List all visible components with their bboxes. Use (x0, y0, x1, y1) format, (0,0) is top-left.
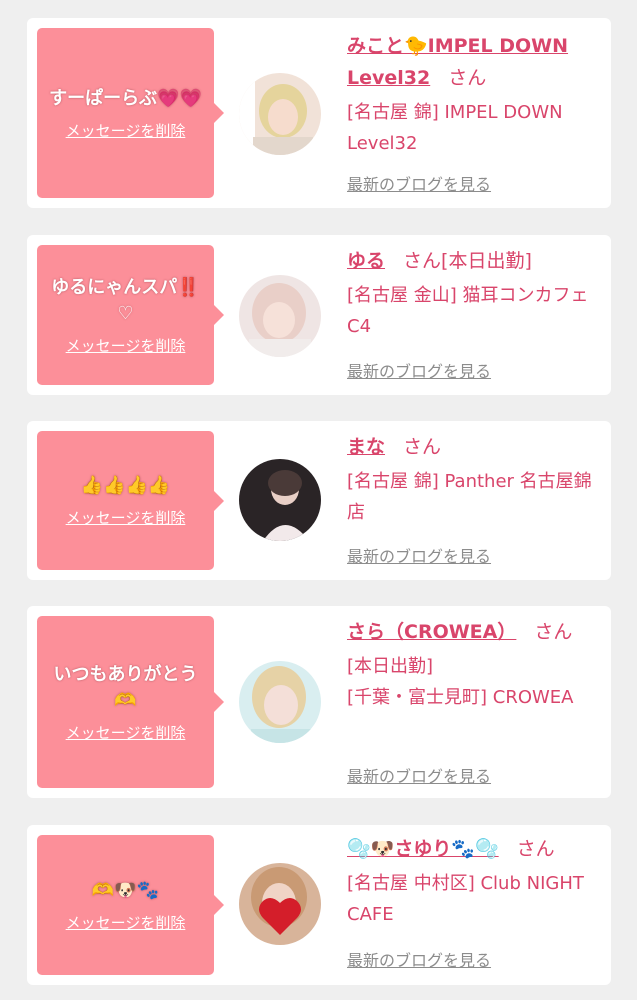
avatar[interactable] (239, 863, 321, 945)
message-bubble: すーぱーらぶ💗💗 メッセージを削除 (37, 28, 224, 198)
cast-info: まな さん [名古屋 錦] Panther 名古屋錦店 (347, 431, 609, 528)
message-bubble: 👍👍👍👍 メッセージを削除 (37, 431, 224, 570)
message-bubble: 🫶🐶🐾 メッセージを削除 (37, 835, 224, 975)
message-text: 👍👍👍👍 (80, 475, 171, 496)
cast-info: さら（CROWEA） さん [本日出勤] [千葉・富士見町] CROWEA (347, 616, 609, 713)
message-card: いつもありがとう🫶 メッセージを削除 さら（CROWEA） さん [本日出勤] [… (27, 606, 611, 798)
avatar[interactable] (239, 661, 321, 743)
message-bubble: ゆるにゃんスパ‼️♡ メッセージを削除 (37, 245, 224, 385)
cast-name-link[interactable]: さら（CROWEA） (347, 621, 516, 643)
message-card: 🫶🐶🐾 メッセージを削除 🫧🐶さゆり🐾🫧 さん [名古屋 中村区] Club NI… (27, 825, 611, 985)
blog-link[interactable]: 最新のブログを見る (347, 543, 491, 567)
blog-link[interactable]: 最新のブログを見る (347, 171, 491, 195)
message-text: 🫶🐶🐾 (91, 879, 160, 901)
message-card: 👍👍👍👍 メッセージを削除 まな さん [名古屋 錦] Panther 名古屋錦店… (27, 421, 611, 580)
avatar[interactable] (239, 459, 321, 541)
delete-message-link[interactable]: メッセージを削除 (66, 722, 186, 743)
status-badge: [本日出勤] (347, 656, 434, 677)
heart-photo-icon (239, 863, 321, 945)
honorific: さん (534, 621, 573, 643)
status-badge: [本日出勤] (441, 250, 532, 272)
profile-photo-icon (239, 459, 321, 541)
cast-name-link[interactable]: ゆる (347, 250, 385, 272)
blog-link[interactable]: 最新のブログを見る (347, 947, 491, 971)
profile-photo-icon (239, 661, 321, 743)
delete-message-link[interactable]: メッセージを削除 (66, 912, 186, 933)
delete-message-link[interactable]: メッセージを削除 (66, 335, 186, 356)
shop-info: [名古屋 金山] 猫耳コンカフェ C4 (347, 285, 589, 337)
cast-name-link[interactable]: まな (347, 436, 385, 458)
profile-photo-icon (239, 73, 321, 155)
cast-info: 🫧🐶さゆり🐾🫧 さん [名古屋 中村区] Club NIGHT CAFE (347, 833, 609, 930)
message-card: ゆるにゃんスパ‼️♡ メッセージを削除 ゆる さん[本日出勤] [名古屋 金山] … (27, 235, 611, 395)
shop-info: [名古屋 錦] IMPEL DOWN Level32 (347, 102, 563, 154)
delete-message-link[interactable]: メッセージを削除 (66, 507, 186, 528)
message-text: すーぱーらぶ💗💗 (49, 87, 202, 109)
shop-info: [千葉・富士見町] CROWEA (347, 687, 574, 708)
honorific: さん (403, 250, 442, 272)
honorific: さん (516, 838, 555, 860)
honorific: さん (448, 67, 487, 89)
blog-link[interactable]: 最新のブログを見る (347, 358, 491, 382)
avatar[interactable] (239, 275, 321, 357)
message-card: すーぱーらぶ💗💗 メッセージを削除 みこと🐤IMPEL DOWN Level32… (27, 18, 611, 208)
blog-link[interactable]: 最新のブログを見る (347, 763, 491, 787)
message-text: いつもありがとう🫶 (53, 663, 198, 711)
shop-info: [名古屋 中村区] Club NIGHT CAFE (347, 873, 584, 925)
cast-name-link[interactable]: 🫧🐶さゆり🐾🫧 (347, 838, 499, 860)
profile-photo-icon (239, 275, 321, 357)
avatar[interactable] (239, 73, 321, 155)
message-bubble: いつもありがとう🫶 メッセージを削除 (37, 616, 224, 788)
delete-message-link[interactable]: メッセージを削除 (66, 120, 186, 141)
cast-info: みこと🐤IMPEL DOWN Level32 さん [名古屋 錦] IMPEL D… (347, 30, 609, 159)
shop-info: [名古屋 錦] Panther 名古屋錦店 (347, 471, 592, 523)
message-text: ゆるにゃんスパ‼️♡ (51, 276, 200, 324)
cast-info: ゆる さん[本日出勤] [名古屋 金山] 猫耳コンカフェ C4 (347, 245, 609, 342)
honorific: さん (403, 436, 442, 458)
